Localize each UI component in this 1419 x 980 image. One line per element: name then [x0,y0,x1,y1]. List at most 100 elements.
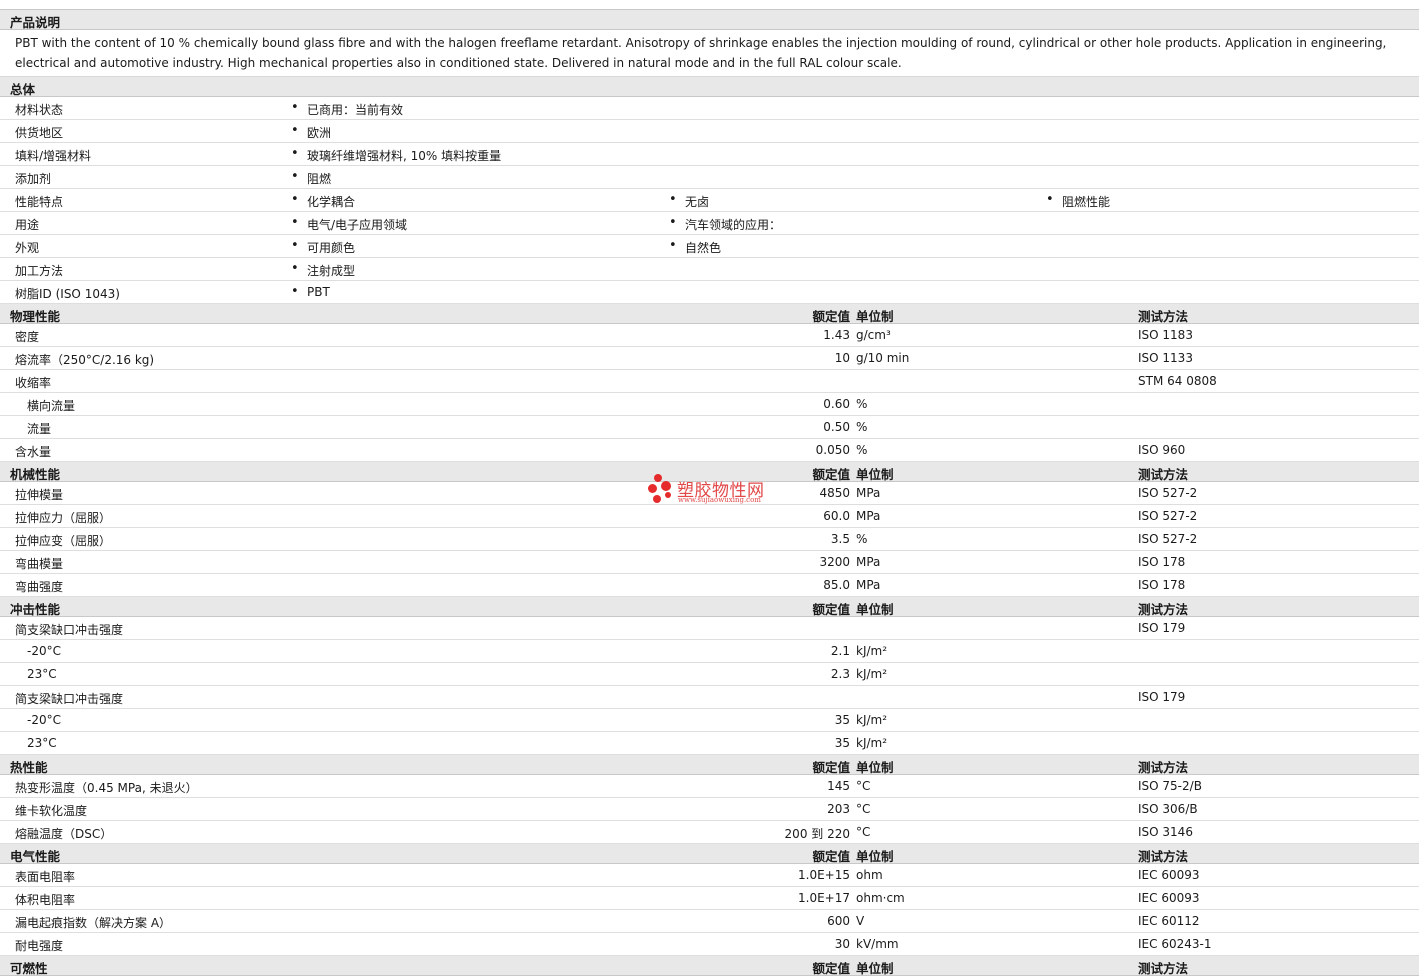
col-header-value: 额定值 [812,309,850,324]
property-row: 维卡软化温度 203 °C ISO 306/B [0,798,1419,821]
section-header: 冲击性能 额定值 单位制 测试方法 [0,597,1419,617]
property-row: 热变形温度（0.45 MPa, 未退火） 145 °C ISO 75-2/B [0,775,1419,798]
property-label: 熔融温度（DSC） [15,827,113,841]
test-method: ISO 960 [1138,443,1186,457]
property-unit: ohm [856,868,883,882]
row-value: 无卤 [669,192,709,210]
property-unit: % [856,420,868,434]
property-label: 弯曲模量 [15,557,64,571]
row-label: 性能特点 [15,195,64,209]
test-method: ISO 527-2 [1138,532,1198,546]
row-label: 树脂ID (ISO 1043) [15,287,120,301]
property-label: -20°C [27,644,61,658]
property-label: 拉伸应力（屈服） [15,511,112,525]
section-title: 热性能 [10,760,48,775]
property-row: 耐电强度 30 kV/mm IEC 60243-1 [0,933,1419,956]
section-header-description: 产品说明 [0,10,1419,30]
property-value: 85.0 [823,578,850,592]
row-value: 已商用：当前有效 [291,100,403,118]
property-value: 10 [834,351,850,365]
property-label: 23°C [27,736,57,750]
property-unit: kJ/m² [856,667,888,681]
property-unit: MPa [856,509,881,523]
property-unit: g/10 min [856,351,910,365]
property-value: 2.1 [830,644,850,658]
col-header-value: 额定值 [812,467,850,482]
property-label: 弯曲强度 [15,580,64,594]
test-method: ISO 527-2 [1138,509,1198,523]
property-row: 表面电阻率 1.0E+15 ohm IEC 60093 [0,864,1419,887]
property-label: 拉伸模量 [15,488,64,502]
general-row: 材料状态 已商用：当前有效 [0,97,1419,120]
property-unit: °C [856,779,871,793]
col-header-unit: 单位制 [856,602,894,617]
property-value: 203 [827,802,850,816]
row-value: 欧洲 [291,123,331,141]
property-unit: kV/mm [856,937,899,951]
property-row: 简支梁缺口冲击强度 ISO 179 [0,617,1419,640]
section-header: 可燃性 额定值 单位制 测试方法 [0,956,1419,976]
test-method: ISO 75-2/B [1138,779,1202,793]
property-label: 耐电强度 [15,939,64,953]
test-method: ISO 178 [1138,578,1186,592]
row-label: 添加剂 [15,172,52,186]
general-row: 填料/增强材料 玻璃纤维增强材料, 10% 填料按重量 [0,143,1419,166]
property-value: 4850 [819,486,850,500]
property-label: 维卡软化温度 [15,804,88,818]
test-method: IEC 60093 [1138,868,1200,882]
section-title: 机械性能 [10,467,61,482]
property-label: 体积电阻率 [15,893,76,907]
general-row: 性能特点 化学耦合 无卤 阻燃性能 [0,189,1419,212]
col-header-method: 测试方法 [1138,467,1189,482]
test-method: STM 64 0808 [1138,374,1217,388]
property-label: 密度 [15,330,40,344]
test-method: ISO 1183 [1138,328,1193,342]
row-label: 供货地区 [15,126,64,140]
row-value: 汽车领域的应用： [669,215,781,233]
general-row: 添加剂 阻燃 [0,166,1419,189]
property-label: 表面电阻率 [15,870,76,884]
property-label: 含水量 [15,445,52,459]
property-row: 拉伸应力（屈服） 60.0 MPa ISO 527-2 [0,505,1419,528]
property-row: 熔流率（250°C/2.16 kg) 10 g/10 min ISO 1133 [0,347,1419,370]
row-value: 自然色 [669,238,721,256]
property-row: 熔融温度（DSC） 200 到 220 °C ISO 3146 [0,821,1419,844]
section-title: 电气性能 [10,849,61,864]
section-header: 热性能 额定值 单位制 测试方法 [0,755,1419,775]
property-value: 0.050 [815,443,850,457]
section-title: 可燃性 [10,961,48,976]
property-value: 30 [834,937,850,951]
row-label: 外观 [15,241,40,255]
product-description: PBT with the content of 10 % chemically … [0,30,1419,77]
section-header-general: 总体 [0,77,1419,97]
test-method: ISO 178 [1138,555,1186,569]
property-label: 简支梁缺口冲击强度 [15,623,124,637]
property-row: 含水量 0.050% ISO 960 [0,439,1419,462]
section-title: 总体 [10,82,36,97]
property-unit: % [856,443,868,457]
property-value: 2.3 [830,667,850,681]
property-label: 横向流量 [27,399,76,413]
property-row: 弯曲强度 85.0 MPa ISO 178 [0,574,1419,597]
row-value: 阻燃性能 [1046,192,1110,210]
property-label: 热变形温度（0.45 MPa, 未退火） [15,781,198,795]
property-row: 密度 1.43 g/cm³ ISO 1183 [0,324,1419,347]
col-header-unit: 单位制 [856,849,894,864]
property-value: 1.0E+17 [798,891,850,905]
col-header-value: 额定值 [812,602,850,617]
test-method: ISO 179 [1138,621,1186,635]
watermark-logo: 塑胶物性网 www.sujiaowuxing.com [648,474,788,508]
col-header-method: 测试方法 [1138,849,1189,864]
property-label: 漏电起痕指数（解决方案 A） [15,916,172,930]
row-value: 阻燃 [291,169,331,187]
test-method: ISO 179 [1138,690,1186,704]
property-value: 35 [834,736,850,750]
property-unit: °C [856,825,871,839]
col-header-method: 测试方法 [1138,961,1189,976]
col-header-value: 额定值 [812,760,850,775]
col-header-value: 额定值 [812,849,850,864]
row-value: 电气/电子应用领域 [291,215,407,233]
section-title: 冲击性能 [10,602,61,617]
test-method: IEC 60112 [1138,914,1200,928]
test-method: ISO 3146 [1138,825,1193,839]
